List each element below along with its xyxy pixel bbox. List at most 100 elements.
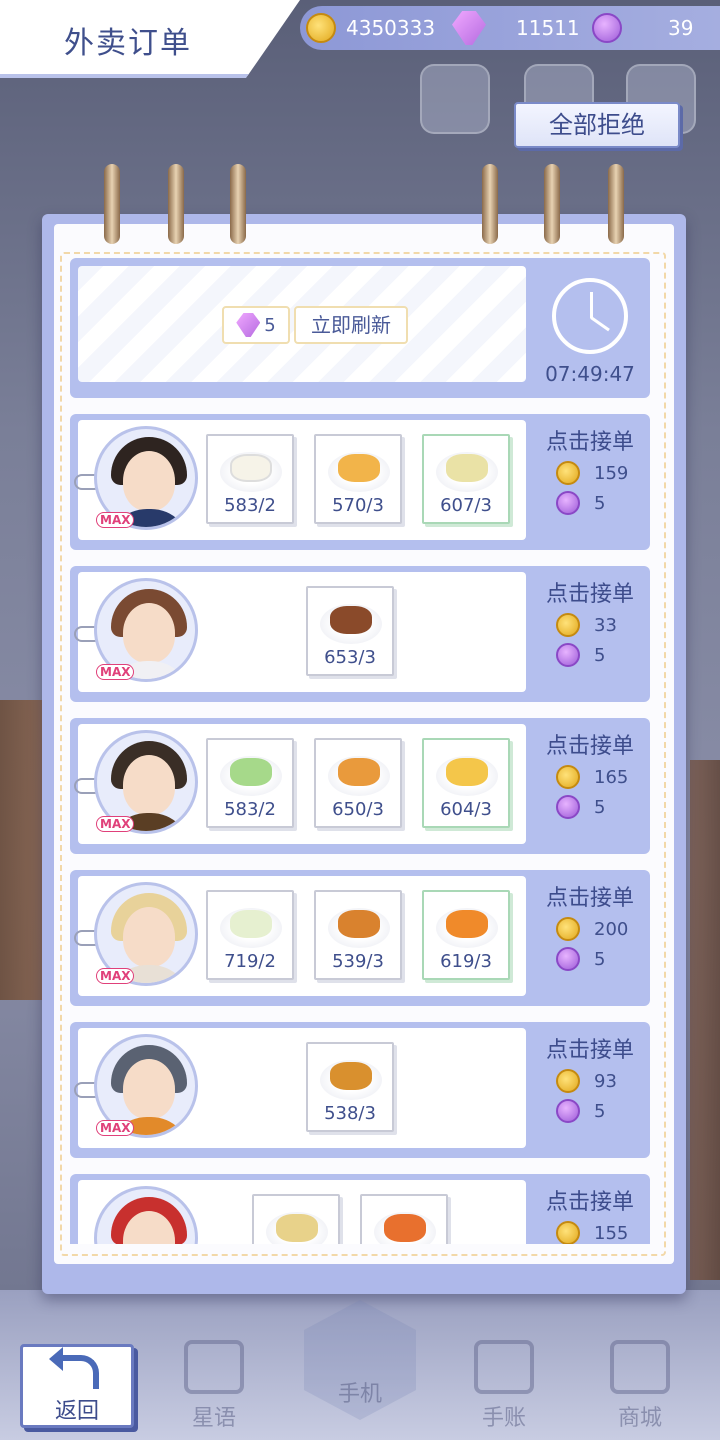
heart-gem-icon (592, 13, 622, 43)
nav-phone[interactable]: 手机 (310, 1370, 410, 1440)
gold-reward: 155 (594, 1222, 629, 1244)
order-card: MAX 583/2 650/3 604/3 点击接单 165 5 (70, 718, 650, 854)
order-card-clipped: 点击接单 155 (70, 1174, 650, 1244)
gold-reward: 159 (594, 462, 629, 484)
nav-label: 商城 (617, 1406, 662, 1431)
gold-coin-icon (556, 613, 580, 637)
order-card: MAX 583/2 570/3 607/3 点击接单 159 5 (70, 414, 650, 550)
nav-label: 手账 (481, 1406, 526, 1431)
heart-gem-icon (556, 643, 580, 667)
nav-journal[interactable]: 手账 (454, 1340, 554, 1440)
food-count: 583/2 (224, 799, 276, 820)
gold-coin-icon (556, 1069, 580, 1093)
gold-coin-icon (556, 1221, 580, 1244)
food-count: 653/3 (324, 647, 376, 668)
gold-reward: 33 (594, 614, 617, 636)
refresh-cost-value: 5 (264, 314, 276, 336)
food-item[interactable]: 653/3 (306, 586, 394, 676)
accept-order-button[interactable]: 点击接单 159 5 (534, 420, 646, 540)
food-count: 619/3 (440, 951, 492, 972)
food-item[interactable]: 539/3 (314, 890, 402, 980)
heart-gem-icon (556, 491, 580, 515)
order-items: MAX 653/3 (74, 572, 526, 692)
gem-counter[interactable]: 39 (592, 10, 693, 46)
food-count: 570/3 (332, 495, 384, 516)
page-title: 外卖订单 (64, 26, 192, 61)
notebook-ring (164, 164, 188, 248)
order-card: MAX 653/3 点击接单 33 5 (70, 566, 650, 702)
orange-dessert-icon (446, 910, 488, 938)
gem-reward: 5 (594, 492, 606, 514)
refresh-cost: 5 (222, 306, 290, 344)
accept-label: 点击接单 (545, 582, 634, 607)
accept-label: 点击接单 (545, 1190, 634, 1215)
burger-icon (338, 910, 380, 938)
gem-reward: 5 (594, 644, 606, 666)
accept-label: 点击接单 (545, 430, 634, 455)
food-item[interactable] (252, 1194, 340, 1244)
accept-order-button[interactable]: 点击接单 155 (534, 1180, 646, 1244)
food-count: 719/2 (224, 951, 276, 972)
food-count: 650/3 (332, 799, 384, 820)
crystal-counter[interactable]: 11511 (452, 10, 580, 46)
max-badge: MAX (96, 816, 135, 832)
pancake-icon (338, 758, 380, 786)
pasta-icon (384, 1214, 426, 1242)
food-item[interactable]: 583/2 (206, 434, 294, 524)
food-item[interactable]: 719/2 (206, 890, 294, 980)
order-items: MAX 538/3 (74, 1028, 526, 1148)
nav-star-talk[interactable]: 星语 (164, 1340, 264, 1440)
gold-reward: 165 (594, 766, 629, 788)
accept-label: 点击接单 (545, 1038, 634, 1063)
refresh-timer: 07:49:47 (545, 362, 635, 386)
accept-order-button[interactable]: 点击接单 33 5 (534, 572, 646, 692)
crystal-plus-icon (452, 11, 486, 45)
cake-cube-icon (446, 758, 488, 786)
gold-coin-icon (556, 461, 580, 485)
lemonade-icon (230, 910, 272, 938)
notebook-ring (478, 164, 502, 248)
heart-gem-icon (556, 795, 580, 819)
food-item[interactable]: 570/3 (314, 434, 402, 524)
food-item[interactable]: 538/3 (306, 1042, 394, 1132)
gold-counter[interactable]: 4350333 (306, 10, 435, 46)
sandwich-icon (276, 1214, 318, 1242)
gold-coin-icon (306, 13, 336, 43)
order-card: MAX 538/3 点击接单 93 5 (70, 1022, 650, 1158)
green-tea-icon (230, 758, 272, 786)
food-item[interactable]: 604/3 (422, 738, 510, 828)
food-item[interactable]: 619/3 (422, 890, 510, 980)
order-items (78, 1180, 526, 1244)
accept-order-button[interactable]: 点击接单 93 5 (534, 1028, 646, 1148)
food-count: 538/3 (324, 1103, 376, 1124)
gem-reward: 5 (594, 796, 606, 818)
nav-label: 手机 (337, 1382, 382, 1407)
reject-all-button[interactable]: 全部拒绝 (514, 102, 680, 148)
food-item[interactable] (360, 1194, 448, 1244)
order-card: MAX 719/2 539/3 619/3 点击接单 200 5 (70, 870, 650, 1006)
gold-reward: 200 (594, 918, 629, 940)
omelette-icon (338, 454, 380, 482)
food-item[interactable]: 607/3 (422, 434, 510, 524)
max-badge: MAX (96, 512, 135, 528)
gold-coin-icon (556, 765, 580, 789)
calendar-icon (474, 1340, 534, 1394)
order-items: MAX 719/2 539/3 619/3 (74, 876, 526, 996)
accept-label: 点击接单 (545, 886, 634, 911)
accept-order-button[interactable]: 点击接单 200 5 (534, 876, 646, 996)
refresh-now-button[interactable]: 立即刷新 (294, 306, 408, 344)
notebook-ring (540, 164, 564, 248)
food-item[interactable]: 583/2 (206, 738, 294, 828)
top-bar: 4350333 11511 39 外卖订单 (0, 0, 720, 78)
back-button[interactable]: 返回 (20, 1344, 134, 1428)
gem-reward: 5 (594, 1100, 606, 1122)
soup-icon (446, 454, 488, 482)
crystal-icon (236, 313, 261, 337)
nav-shop[interactable]: 商城 (590, 1340, 690, 1440)
accept-label: 点击接单 (545, 734, 634, 759)
background-shelf-right (690, 760, 720, 1280)
max-badge: MAX (96, 968, 135, 984)
food-count: 607/3 (440, 495, 492, 516)
accept-order-button[interactable]: 点击接单 165 5 (534, 724, 646, 844)
food-item[interactable]: 650/3 (314, 738, 402, 828)
